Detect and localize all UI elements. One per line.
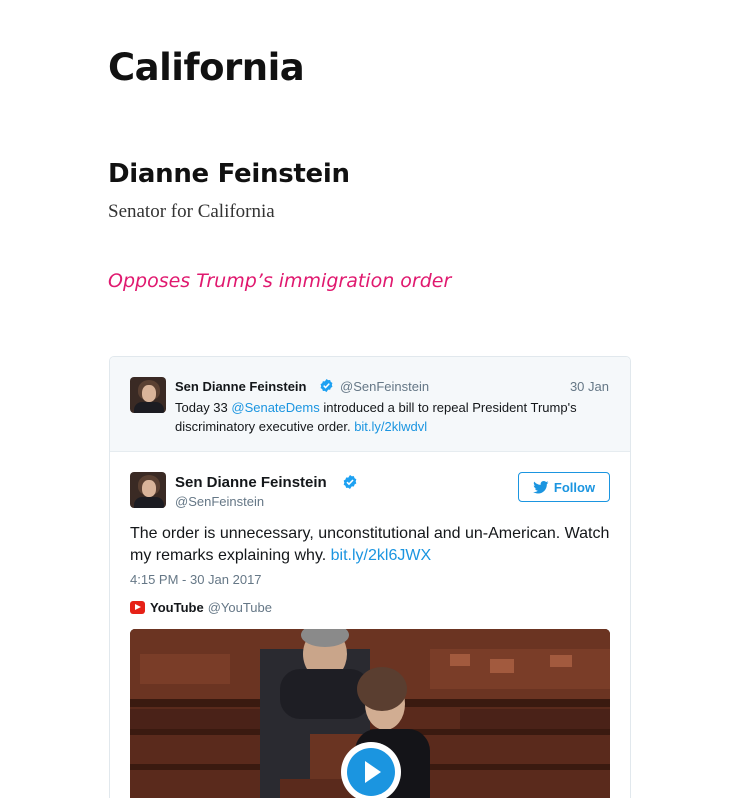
- media-source-handle[interactable]: @YouTube: [208, 600, 272, 615]
- quoted-date[interactable]: 30 Jan: [570, 379, 609, 394]
- play-button[interactable]: [341, 742, 401, 798]
- avatar[interactable]: [130, 377, 166, 413]
- embedded-tweet[interactable]: Sen Dianne Feinstein @SenFeinstein 30 Ja…: [109, 356, 631, 798]
- verified-badge-icon: [343, 475, 357, 489]
- state-heading: California: [108, 46, 305, 89]
- media-source[interactable]: YouTube @YouTube: [130, 599, 272, 615]
- quoted-text-prefix: Today 33: [175, 400, 232, 415]
- tweet-timestamp[interactable]: 4:15 PM - 30 Jan 2017: [130, 572, 262, 587]
- youtube-icon: [130, 600, 145, 614]
- quoted-tweet[interactable]: Sen Dianne Feinstein @SenFeinstein 30 Ja…: [110, 357, 630, 452]
- follow-button[interactable]: Follow: [518, 472, 610, 502]
- quoted-url-link[interactable]: bit.ly/2klwdvl: [354, 419, 427, 434]
- video-thumbnail[interactable]: [130, 629, 610, 798]
- verified-badge-icon: [320, 378, 333, 393]
- tweet-author-name[interactable]: Sen Dianne Feinstein: [175, 474, 327, 491]
- senator-role: Senator for California: [108, 201, 275, 222]
- tweet-handle[interactable]: @SenFeinstein: [175, 494, 264, 509]
- senator-name: Dianne Feinstein: [108, 159, 350, 189]
- play-icon: [347, 748, 395, 796]
- avatar[interactable]: [130, 472, 166, 508]
- tweet-url-link[interactable]: bit.ly/2kl6JWX: [331, 547, 431, 564]
- quoted-tweet-text: Today 33 @SenateDems introduced a bill t…: [175, 398, 615, 436]
- media-source-name[interactable]: YouTube: [150, 600, 204, 615]
- stance-label: Opposes Trump’s immigration order: [108, 270, 452, 292]
- follow-label: Follow: [553, 479, 596, 495]
- mention-link[interactable]: @SenateDems: [231, 400, 319, 415]
- twitter-bird-icon: [533, 480, 549, 493]
- quoted-handle[interactable]: @SenFeinstein: [340, 379, 429, 394]
- tweet-text: The order is unnecessary, unconstitution…: [130, 523, 620, 567]
- quoted-author-name[interactable]: Sen Dianne Feinstein: [175, 379, 306, 394]
